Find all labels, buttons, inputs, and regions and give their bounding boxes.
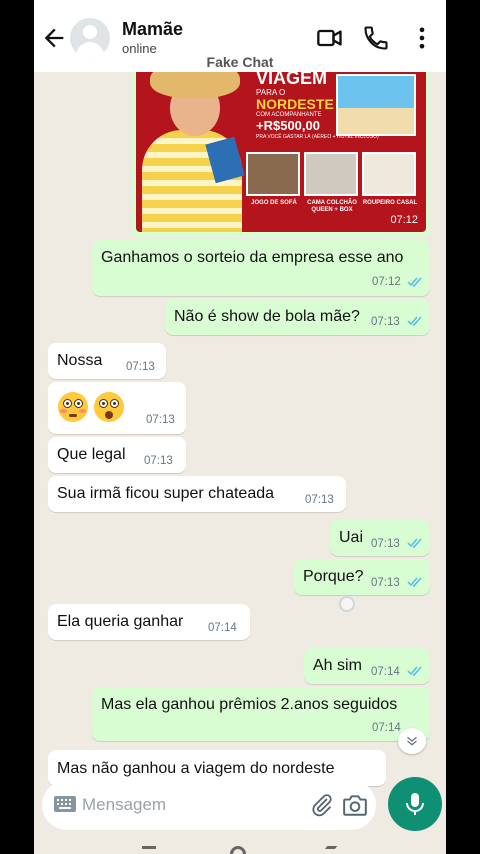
avatar[interactable]: [70, 18, 110, 58]
message-text: Ganhamos o sorteio da empresa esse ano: [101, 249, 404, 266]
beach-photo: [336, 74, 416, 136]
message-text: Uai: [339, 529, 364, 546]
message-bubble-out[interactable]: Uai 07:13: [330, 520, 430, 556]
message-text: Sua irmã ficou super chateada: [57, 485, 275, 502]
more-vert-icon[interactable]: [408, 24, 436, 52]
phone-icon[interactable]: [362, 24, 390, 52]
camera-icon[interactable]: [342, 793, 368, 817]
prize-label: ROUPEIRO CASAL: [362, 200, 418, 206]
message-time: 07:13: [126, 361, 155, 373]
mic-button[interactable]: [388, 777, 442, 831]
message-bubble-in[interactable]: 07:13: [48, 382, 186, 434]
contact-name[interactable]: Mamãe: [122, 19, 183, 40]
scroll-indicator: [339, 596, 355, 612]
message-time: 07:12: [372, 276, 401, 288]
attach-icon[interactable]: [310, 793, 334, 817]
message-bubble-in[interactable]: Sua irmã ficou super chateada 07:13: [48, 476, 346, 512]
message-bubble-out[interactable]: Porque? 07:13: [294, 559, 430, 595]
message-bubble-out[interactable]: Ganhamos o sorteio da empresa esse ano 0…: [92, 240, 430, 296]
message-text: Mas ela ganhou prêmios 2.anos seguidos: [101, 696, 398, 713]
back-arrow-icon[interactable]: [40, 24, 68, 52]
message-text: Ela queria ganhar: [57, 613, 184, 630]
message-time: 07:13: [146, 414, 175, 426]
chevron-down-icon: [407, 736, 417, 746]
message-text: Não é show de bola mãe?: [174, 308, 360, 325]
keyboard-icon[interactable]: [54, 794, 76, 814]
sofa-photo: [246, 152, 300, 196]
message-text: Nossa: [57, 352, 103, 369]
message-bubble-out[interactable]: Mas ela ganhou prêmios 2.anos seguidos 0…: [92, 687, 430, 741]
wardrobe-photo: [362, 152, 416, 196]
bed-photo: [304, 152, 358, 196]
message-bubble-out[interactable]: Ah sim 07:14: [304, 648, 430, 684]
message-text: Que legal: [57, 446, 126, 463]
chat-screen: Mamãe online Fake Chat VIAGEM PARA O NOR…: [34, 0, 446, 854]
promo-image[interactable]: VIAGEM PARA O NORDESTE COM ACOMPANHANTE …: [136, 60, 426, 232]
message-bubble-in[interactable]: Que legal 07:13: [48, 437, 186, 473]
image-message[interactable]: VIAGEM PARA O NORDESTE COM ACOMPANHANTE …: [132, 56, 430, 238]
message-time: 07:12: [390, 214, 418, 226]
double-check-icon: [407, 538, 422, 548]
message-time: 07:13: [371, 538, 400, 550]
double-check-icon: [407, 666, 422, 676]
message-text: Porque?: [303, 568, 364, 585]
fake-chat-label: Fake Chat: [206, 54, 274, 70]
double-check-icon: [407, 577, 422, 587]
mic-icon: [406, 793, 424, 815]
prize-label: CAMA COLCHÃO QUEEN + BOX: [307, 200, 357, 213]
message-time: 07:13: [144, 455, 173, 467]
ad-amount: +R$500,00: [256, 118, 320, 133]
message-time: 07:13: [305, 494, 334, 506]
message-text: Ah sim: [313, 657, 362, 674]
prize-label: JOGO DE SOFÁ: [251, 200, 297, 206]
message-bubble-out[interactable]: Não é show de bola mãe? 07:13: [165, 299, 430, 335]
nav-recents-icon[interactable]: [142, 846, 156, 854]
message-text: Mas não ganhou a viagem do nordeste: [57, 760, 335, 777]
message-time: 07:14: [372, 722, 401, 734]
message-time: 07:14: [371, 666, 400, 678]
message-time: 07:13: [371, 316, 400, 328]
message-input[interactable]: [82, 792, 282, 818]
message-bubble-in[interactable]: Nossa 07:13: [48, 343, 166, 379]
double-check-icon: [407, 316, 422, 326]
message-time: 07:14: [208, 622, 237, 634]
ad-destination: NORDESTE: [256, 96, 334, 112]
message-composer: [42, 780, 376, 830]
scroll-down-button[interactable]: [398, 728, 426, 754]
double-check-icon: [407, 277, 422, 287]
video-call-icon[interactable]: [316, 24, 344, 52]
emoji-message: [58, 392, 128, 424]
flushed-face-icon: [58, 392, 88, 422]
astonished-face-icon: [94, 392, 124, 422]
message-time: 07:13: [371, 577, 400, 589]
message-bubble-in[interactable]: Ela queria ganhar 07:14: [48, 604, 250, 640]
